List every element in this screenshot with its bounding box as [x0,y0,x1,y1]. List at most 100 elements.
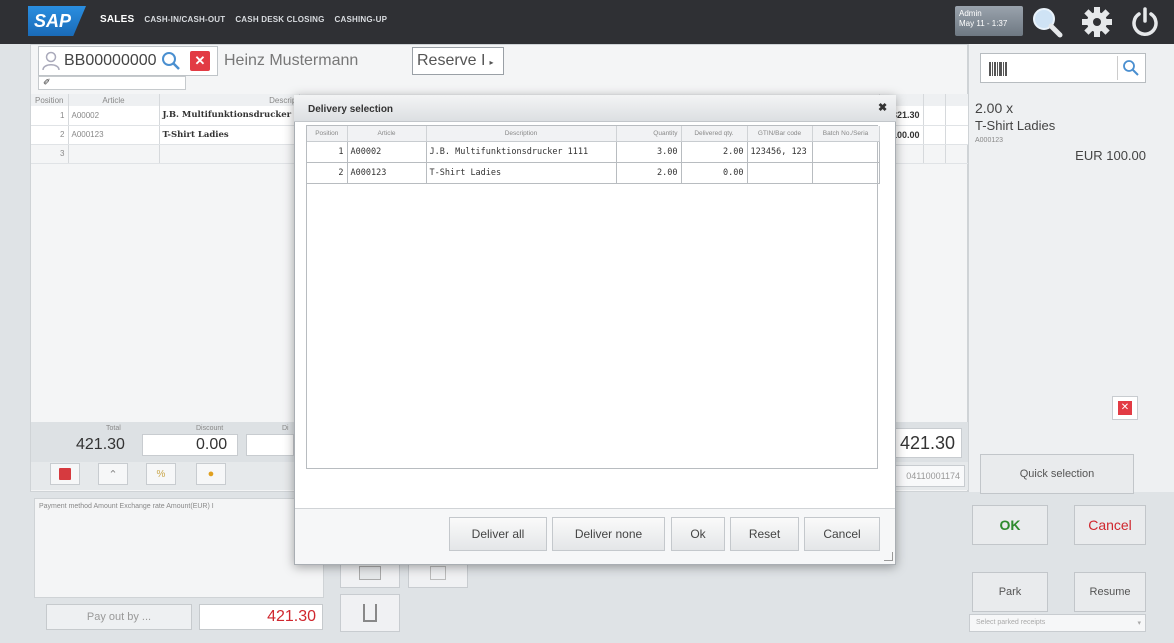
person-button[interactable]: ● [196,463,226,485]
discount-button[interactable]: % [146,463,176,485]
reserve-select[interactable]: Reserve I ▸ [412,47,504,75]
col-description: Description [426,126,617,142]
customer-id: BB00000000 [64,52,157,69]
payment-list: Payment method Amount Exchange rate Amou… [34,498,324,598]
cancel-button[interactable]: Cancel [1074,505,1146,545]
ok-button[interactable]: OK [972,505,1048,545]
percent-icon: % [156,468,166,480]
row-article [68,144,160,164]
search-icon [1122,60,1139,76]
row-spacer [923,106,946,126]
search-icon[interactable] [1030,5,1064,39]
tag-field[interactable]: ✐ [38,76,186,90]
col-quantity: Quantity [616,126,682,142]
row-position: 1 [31,106,69,126]
dropdown-arrow-icon: ▾ [1137,620,1141,627]
customer-icon [42,51,60,71]
row-position: 1 [307,141,348,163]
row-article: A000123 [68,125,160,145]
date-time: May 11 - 1:37 [959,19,1008,28]
row-gtin[interactable]: 123456, 123 [747,141,813,163]
gear-icon[interactable] [1080,5,1114,39]
user-info[interactable]: Admin May 11 - 1:37 [955,6,1023,36]
row-delivered-qty[interactable]: 2.00 [681,141,748,163]
row-tail [945,106,969,126]
delivery-table-container: Position Article Description Quantity De… [306,125,880,469]
row-position: 2 [307,162,348,184]
delivery-table: Position Article Description Quantity De… [307,126,880,184]
col-article: Article [68,94,160,106]
customer-search-icon[interactable] [160,50,182,72]
row-article: A00002 [347,141,427,163]
payment-columns: Payment method Amount Exchange rate Amou… [39,503,214,510]
sap-logo: SAP [28,6,86,36]
discount-label: Discount [196,425,224,432]
row-gtin[interactable] [747,162,813,184]
nav-sales[interactable]: SALES [100,14,134,25]
row-position: 3 [31,144,69,164]
remove-item-button[interactable]: ✕ [1112,396,1138,420]
row-batch[interactable] [812,162,880,184]
total-value: 421.30 [76,436,125,453]
row-article: A00002 [68,106,160,126]
detail-price: EUR 100.00 [1075,148,1146,163]
row-description: T-Shirt Ladies [159,125,300,145]
chevron-up-icon: ⌃ [108,468,118,481]
reserve-value: Reserve I [417,52,486,69]
row-quantity: 2.00 [616,162,682,184]
parked-receipts-select[interactable]: Select parked receipts ▾ [969,614,1146,632]
detail-article: T-Shirt Ladies [975,118,1056,133]
customer-name: Heinz Mustermann [224,52,359,69]
clear-customer-icon[interactable]: ✕ [190,51,210,71]
row-description [159,144,300,164]
resize-handle[interactable] [884,552,893,561]
table-row[interactable]: 2 A000123 T-Shirt Ladies 2.00 0.00 [307,162,880,184]
pencil-icon: ✐ [43,77,51,87]
col-article: Article [347,126,427,142]
deliver-none-button[interactable]: Deliver none [552,517,665,551]
row-batch[interactable] [812,141,880,163]
table-row[interactable]: 1 A00002 J.B. Multifunktionsdrucker 1111… [307,141,880,163]
barcode-icon [989,62,1007,76]
dialog-cancel-button[interactable]: Cancel [804,517,880,551]
dropdown-arrow-icon: ▸ [489,58,494,67]
row-delivered-qty[interactable]: 0.00 [681,162,748,184]
nav-cash-desk-closing[interactable]: CASH DESK CLOSING [235,15,324,25]
card-icon [359,566,381,580]
parked-placeholder: Select parked receipts [976,619,1046,626]
close-icon[interactable]: ✖ [878,101,887,114]
col-description: Descript [159,94,300,106]
row-description: J.B. Multifunktionsdrucker [159,106,300,126]
top-navigation: SALES CASH-IN/CASH-OUT CASH DESK CLOSING… [100,14,388,25]
quick-selection-button[interactable]: Quick selection [980,454,1134,494]
up-button[interactable]: ⌃ [98,463,128,485]
deliver-all-button[interactable]: Deliver all [449,517,547,551]
dialog-title: Delivery selection [308,104,394,115]
delete-icon [59,468,71,480]
nav-cashing-up[interactable]: CASHING-UP [335,15,388,25]
barcode-input[interactable] [980,53,1146,83]
grand-total: 421.30 [890,428,962,458]
pay-out-button[interactable]: Pay out by ... [46,604,192,630]
barcode-search-button[interactable] [1117,56,1143,80]
row-position: 2 [31,125,69,145]
voucher-icon [430,566,446,580]
di-label: Di [282,425,289,432]
nav-cash-in-out[interactable]: CASH-IN/CASH-OUT [144,15,225,25]
col-spacer [923,94,946,106]
di-box[interactable] [246,434,294,456]
dialog-ok-button[interactable]: Ok [671,517,725,551]
resume-button[interactable]: Resume [1074,572,1146,612]
payment-amount: 421.30 [199,604,323,630]
delete-item-button[interactable] [50,463,80,485]
park-button[interactable]: Park [972,572,1048,612]
drawer-button[interactable] [340,594,400,632]
top-bar: SAP SALES CASH-IN/CASH-OUT CASH DESK CLO… [0,0,1174,44]
col-tail [945,94,969,106]
detail-quantity: 2.00 x [975,100,1014,116]
col-delivered: Delivered qty. [681,126,748,142]
col-position: Position [31,94,69,106]
user-name: Admin [959,9,982,18]
power-icon[interactable] [1128,5,1162,39]
reset-button[interactable]: Reset [730,517,799,551]
